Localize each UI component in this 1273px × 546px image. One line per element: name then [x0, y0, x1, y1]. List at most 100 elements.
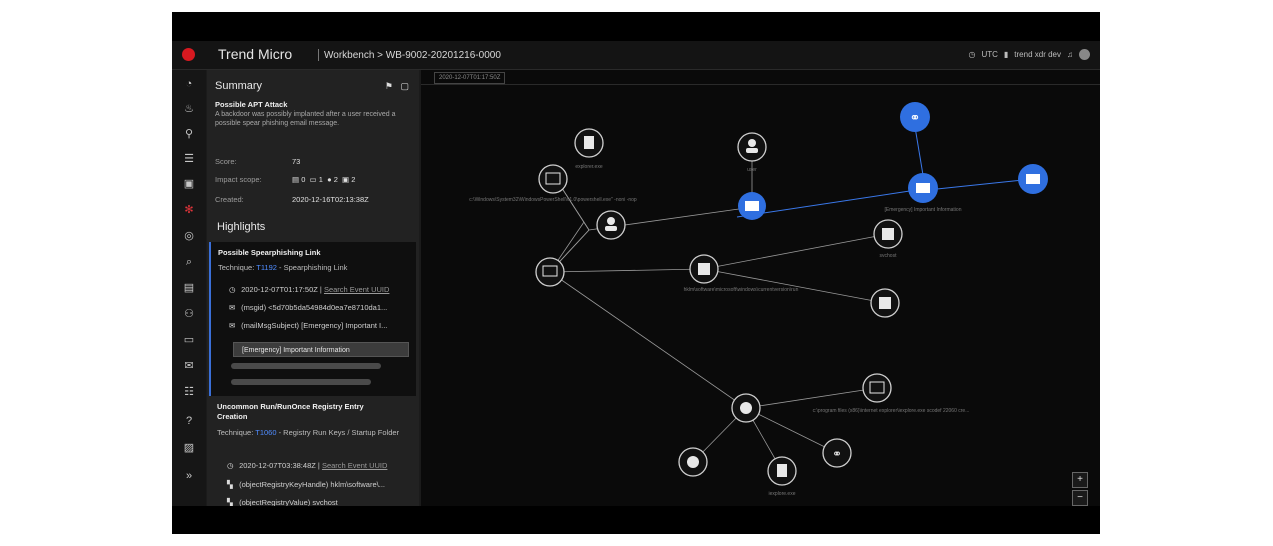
expand-icon[interactable]: »	[181, 468, 197, 484]
users-icon[interactable]: ⚇	[181, 306, 197, 322]
impact-accounts[interactable]: 2	[351, 175, 355, 184]
score-value: 73	[292, 157, 301, 166]
node-user1[interactable]	[596, 210, 626, 240]
alert-title: Possible APT Attack	[215, 100, 288, 109]
impact-desktops[interactable]: 1	[319, 175, 323, 184]
timezone-label[interactable]: UTC	[981, 50, 997, 59]
node-label: hklm\software\microsoft\windows\currentv…	[684, 287, 799, 293]
node-account1[interactable]	[738, 192, 766, 220]
created-row: Created: 2020-12-16T02:13:38Z	[215, 195, 369, 204]
video-frame: Trend Micro Workbench > WB-9002-20201216…	[172, 12, 1100, 534]
list-icon[interactable]: ☰	[181, 151, 197, 167]
registry-icon	[879, 297, 891, 309]
technique-name: - Spearphishing Link	[276, 263, 348, 272]
brand-name: Trend Micro	[218, 46, 293, 62]
report-icon[interactable]: ▤	[181, 280, 197, 296]
book-icon[interactable]: ▣	[181, 176, 197, 192]
bell-icon[interactable]: ♫	[1067, 50, 1073, 59]
avatar[interactable]	[1079, 49, 1090, 60]
highlight-title-registry[interactable]: Uncommon Run/RunOnce Registry Entry Crea…	[217, 402, 387, 422]
impact-values: ▤ 0 ▭ 1 ● 2 ▣ 2	[292, 175, 355, 184]
nav-rail: ◔ ♨ ⚲ ☰ ▣ ✻ ◎ ⌕ ▤ ⚇ ▭ ✉ ☷ ? ▨ »	[172, 70, 206, 506]
mail-icon: ✉	[229, 303, 236, 312]
endpoint-icon[interactable]: ▭	[181, 332, 197, 348]
zoom-in-button[interactable]: +	[1072, 472, 1088, 488]
node-label: c:\program files (x86)\internet explorer…	[813, 408, 970, 414]
graph-svg[interactable]: explorer.exe c:\Windows\System32\Windows…	[421, 70, 1100, 506]
search-event-uuid-link[interactable]: Search Event UUID	[324, 285, 389, 294]
event-time: 2020-12-07T03:38:48Z	[239, 461, 316, 470]
attack-graph-canvas[interactable]: 2020-12-07T01:17:50Z explorer.exe c:\Win…	[421, 70, 1100, 506]
node-registry[interactable]: hklm\software\microsoft\windows\currentv…	[684, 254, 799, 293]
node-user2[interactable]: user	[737, 132, 767, 173]
impact-users[interactable]: 2	[334, 175, 338, 184]
mail-icon[interactable]: ✉	[181, 358, 197, 374]
technique-link[interactable]: T1192	[256, 263, 277, 272]
impact-label: Impact scope:	[215, 175, 262, 184]
node-link2[interactable]: ⚭	[822, 438, 852, 468]
alert-icon[interactable]: ♨	[181, 101, 197, 117]
impact-servers[interactable]: 0	[301, 175, 305, 184]
node-svchost[interactable]: svchost	[873, 219, 903, 259]
workbench-icon[interactable]: ✻	[181, 202, 197, 218]
node-registry-3[interactable]	[870, 288, 900, 318]
registry-key-value[interactable]: (objectRegistryKeyHandle) hklm\software\…	[239, 480, 385, 489]
technique-link[interactable]: T1060	[255, 428, 276, 437]
target-icon[interactable]: ◎	[181, 228, 197, 244]
node-url[interactable]: ⚭	[900, 102, 930, 132]
impact-row: Impact scope: ▤ 0 ▭ 1 ● 2 ▣ 2	[215, 175, 355, 184]
registry-icon: ▚	[227, 498, 233, 506]
network-icon[interactable]: ☷	[181, 384, 197, 400]
help-icon[interactable]: ?	[181, 413, 197, 429]
registry-value[interactable]: (objectRegistryValue) svchost	[239, 498, 338, 506]
globe-icon	[687, 456, 699, 468]
created-label: Created:	[215, 195, 244, 204]
header-divider	[318, 49, 319, 61]
technique-label: Technique:	[217, 428, 254, 437]
account-icon: ▣	[342, 175, 350, 184]
inventory-icon[interactable]: ▨	[181, 440, 197, 456]
highlight-card-spearphishing[interactable]: Possible Spearphishing Link Technique: T…	[209, 242, 416, 396]
breadcrumb[interactable]: Workbench > WB-9002-20201216-0000	[324, 50, 501, 61]
registry-icon	[882, 228, 894, 240]
registry-key-row: ▚ (objectRegistryKeyHandle) hklm\softwar…	[227, 480, 385, 489]
subject-value[interactable]: (mailMsgSubject) [Emergency] Important I…	[241, 321, 387, 330]
search-icon[interactable]: ⌕	[181, 254, 197, 270]
node-label: user	[747, 167, 757, 173]
node-account2[interactable]	[1018, 164, 1048, 194]
edge	[745, 407, 838, 454]
desktop-icon: ▭	[309, 175, 317, 184]
registry-value-row: ▚ (objectRegistryValue) svchost	[227, 498, 338, 506]
globe-icon	[740, 402, 752, 414]
user-icon	[607, 217, 615, 225]
node-label: iexplore.exe	[769, 491, 796, 497]
node-powershell[interactable]: c:\Windows\System32\WindowsPowerShell\v1…	[469, 164, 637, 203]
node-iexplore[interactable]: iexplore.exe	[767, 456, 797, 497]
registry-icon: ▚	[227, 480, 233, 489]
investigation-icon[interactable]: ⚲	[181, 126, 197, 142]
clock-icon[interactable]: ◷	[968, 50, 975, 59]
subject-tooltip: [Emergency] Important Information	[233, 342, 409, 357]
alert-description: A backdoor was possibly implanted after …	[215, 111, 396, 127]
dashboard-icon[interactable]: ◔	[181, 76, 197, 92]
workspace-label[interactable]: trend xdr dev	[1014, 50, 1061, 59]
edge	[549, 268, 705, 273]
summary-title: Summary	[215, 80, 263, 92]
flag-icon[interactable]: ⚑	[385, 81, 393, 91]
score-label: Score:	[215, 157, 237, 166]
top-right-controls: ◷ UTC ▮ trend xdr dev ♫	[968, 49, 1090, 60]
search-event-uuid-link[interactable]: Search Event UUID	[322, 461, 387, 470]
node-web[interactable]	[731, 393, 761, 423]
node-explorer[interactable]: explorer.exe	[574, 128, 604, 170]
note-icon[interactable]: ▢	[400, 81, 409, 91]
user-icon-body	[746, 148, 758, 153]
msgid-value[interactable]: (msgid) <5d70b5da54984d0ea7e8710da1...	[241, 303, 387, 312]
account-card-icon	[1026, 174, 1040, 184]
node-web2[interactable]	[678, 447, 708, 477]
zoom-out-button[interactable]: −	[1072, 490, 1088, 506]
blurred-sender-field	[231, 363, 381, 369]
bookmark-icon[interactable]: ▮	[1004, 50, 1008, 59]
node-host[interactable]	[535, 257, 565, 287]
score-row: Score: 73	[215, 157, 300, 166]
account-card-icon	[745, 201, 759, 211]
